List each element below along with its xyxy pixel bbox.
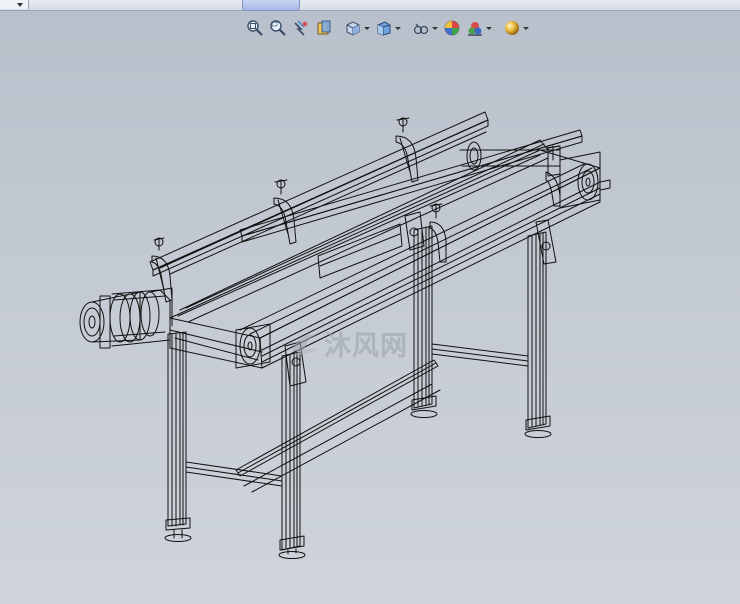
section-view-icon [317,20,331,35]
view-settings-button[interactable] [501,17,531,39]
hide-show-dropdown-icon[interactable] [432,26,438,30]
view-orientation-icon [346,21,360,36]
lower-cross-braces [185,343,529,493]
hide-show-items-button[interactable] [410,17,440,39]
tree-dropdown[interactable] [0,0,29,9]
active-tab[interactable] [242,0,300,11]
zoom-to-area-button[interactable] [267,17,289,39]
heads-up-toolbar [244,17,531,39]
drive-end [79,287,271,369]
previous-view-icon [294,20,308,36]
previous-view-button[interactable] [290,17,312,39]
chevron-down-icon[interactable] [17,3,23,7]
zoom-to-fit-icon [247,20,263,36]
view-settings-dropdown-icon[interactable] [523,26,529,30]
leg-back-right [524,231,552,438]
edit-appearance-icon [444,20,460,36]
back-guide-rail [149,111,489,277]
view-orientation-dropdown-icon[interactable] [364,26,370,30]
apply-scene-button[interactable] [464,17,494,39]
view-orientation-button[interactable] [342,17,372,39]
leg-front-left [164,331,192,542]
section-view-button[interactable] [313,17,335,39]
top-strip [0,0,740,11]
graphics-area[interactable]: 沐风网 [0,40,740,604]
apply-scene-dropdown-icon[interactable] [486,26,492,30]
display-style-icon [377,21,391,36]
edit-appearance-button[interactable] [441,17,463,39]
display-style-button[interactable] [373,17,403,39]
front-guide-rail [239,129,583,243]
apply-scene-icon [468,22,482,36]
zoom-to-fit-button[interactable] [244,17,266,39]
hide-show-items-icon [413,23,429,35]
view-settings-icon [505,21,519,35]
display-style-dropdown-icon[interactable] [395,26,401,30]
zoom-to-area-icon [270,20,286,36]
